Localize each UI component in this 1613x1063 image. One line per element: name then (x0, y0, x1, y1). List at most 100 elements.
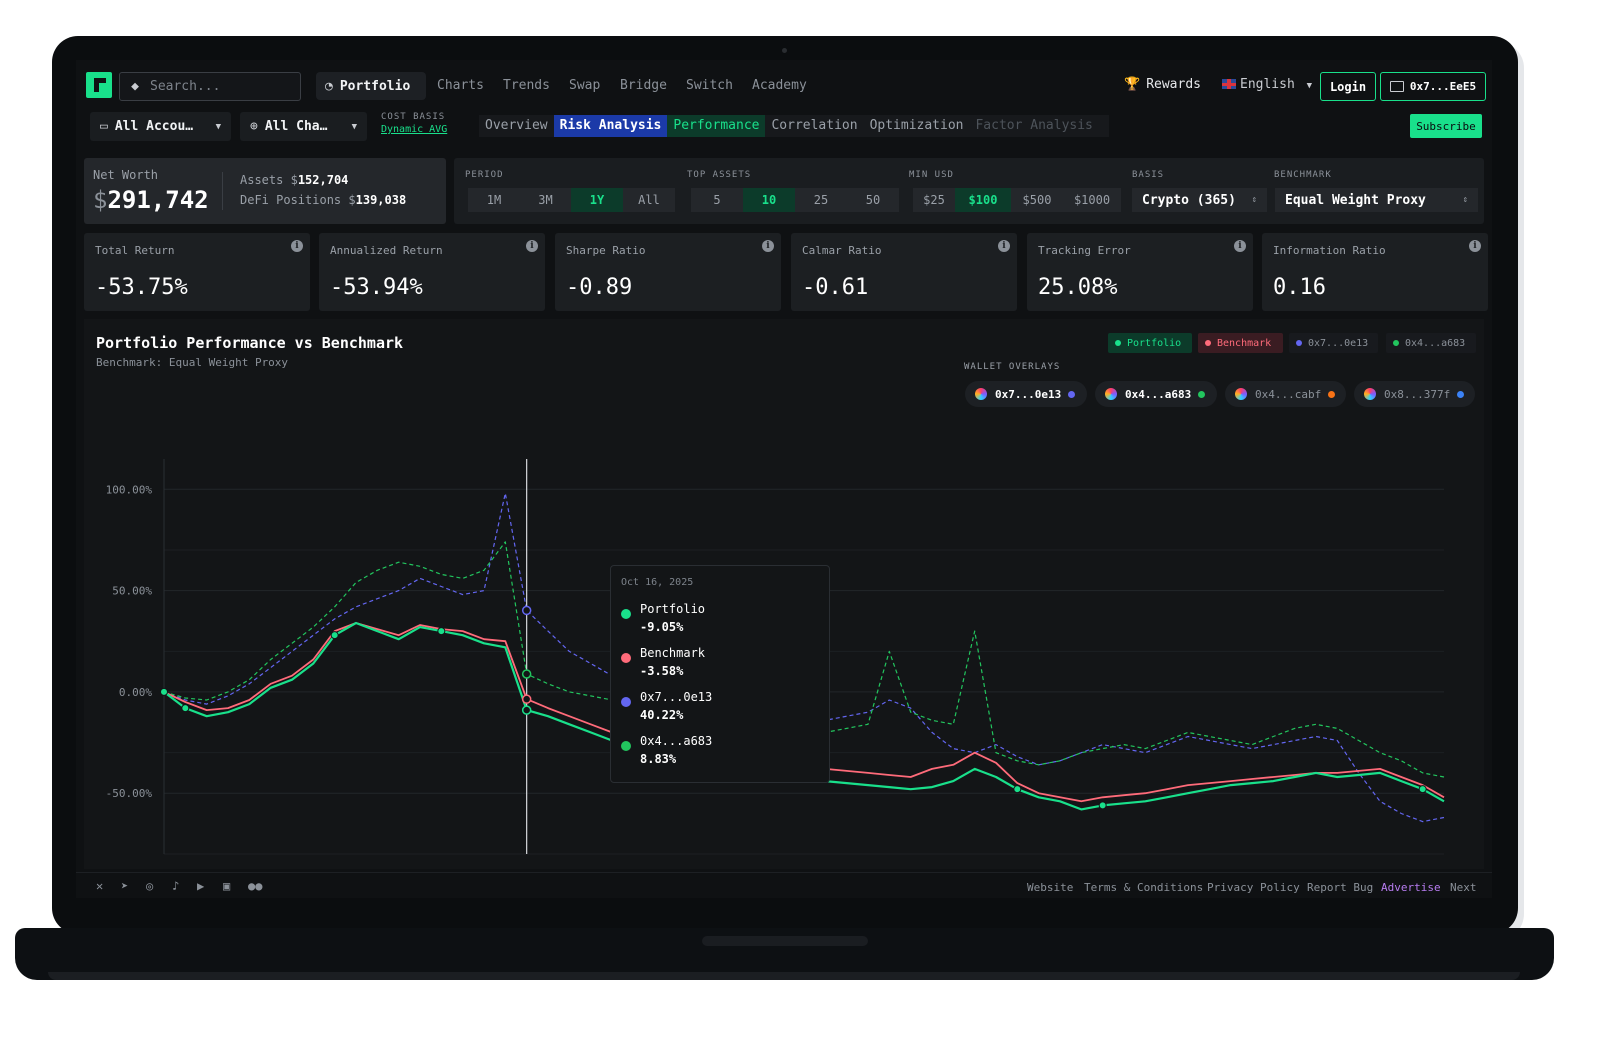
legend-benchmark[interactable]: Benchmark (1198, 333, 1283, 353)
search-input[interactable]: Search... (150, 79, 220, 94)
medium-icon[interactable]: ●● (248, 879, 262, 893)
overlay-dot (1068, 390, 1076, 398)
legend-label: Benchmark (1217, 337, 1272, 349)
x-twitter-icon[interactable]: ✕ (96, 879, 103, 893)
footer-report-bug[interactable]: Report Bug (1307, 881, 1373, 894)
tab-overview[interactable]: Overview (479, 115, 554, 137)
tab-risk-analysis[interactable]: Risk Analysis (553, 115, 668, 137)
nav-portfolio[interactable]: ◔ Portfolio (316, 72, 426, 100)
metric-value: -0.89 (566, 275, 633, 300)
nav-charts[interactable]: Charts (437, 78, 484, 93)
info-icon[interactable]: i (998, 240, 1010, 252)
nav-swap[interactable]: Swap (569, 78, 600, 93)
min-usd-1000[interactable]: $1000 (1063, 188, 1121, 212)
tooltip-name: 0x7...0e13 (640, 690, 713, 704)
period-1y[interactable]: 1Y (571, 188, 623, 212)
divider (222, 172, 223, 210)
info-icon[interactable]: i (1234, 240, 1246, 252)
chains-dropdown[interactable]: ⊕ All Cha… ▼ (240, 112, 367, 141)
youtube-icon[interactable]: ▶ (197, 879, 204, 893)
period-3m[interactable]: 3M (520, 188, 571, 212)
data-point (181, 704, 190, 713)
footer-terms[interactable]: Terms & Conditions (1084, 881, 1203, 894)
legend-label: 0x7...0e13 (1308, 337, 1369, 349)
defi-currency: $ (348, 193, 356, 207)
metric-label: Tracking Error (1038, 244, 1131, 257)
top-assets-10[interactable]: 10 (743, 188, 795, 212)
period-1m[interactable]: 1M (468, 188, 520, 212)
min-usd-100[interactable]: $100 (955, 188, 1011, 212)
benchmark-select[interactable]: Equal Weight Proxy ⇕ (1275, 188, 1478, 212)
defi-row: DeFi Positions $139,038 (240, 193, 406, 207)
assets-currency: $ (290, 173, 298, 187)
metric-label: Calmar Ratio (802, 244, 882, 257)
instagram-icon[interactable]: ◎ (146, 879, 153, 893)
logo[interactable] (86, 72, 112, 98)
accounts-dropdown[interactable]: ▭ All Accou… ▼ (90, 112, 231, 141)
period-all[interactable]: All (623, 188, 675, 212)
language-select[interactable]: English ▼ (1222, 77, 1312, 92)
period-label: PERIOD (465, 170, 504, 180)
rewards-link[interactable]: 🏆 Rewards (1124, 77, 1201, 92)
nav-bridge[interactable]: Bridge (620, 78, 667, 93)
basis-value: Crypto (365) (1142, 192, 1236, 208)
footer-advertise[interactable]: Advertise (1381, 881, 1441, 894)
tooltip-dot (621, 741, 631, 751)
info-icon[interactable]: i (291, 240, 303, 252)
top-assets-segmented: 5 10 25 50 (691, 188, 899, 212)
search-box[interactable]: ◆ Search... (119, 72, 301, 101)
nav-academy[interactable]: Academy (752, 78, 807, 93)
overlay-pill-cabf[interactable]: 0x4...cabf (1225, 381, 1346, 407)
cost-basis-link[interactable]: Dynamic AVG (381, 124, 447, 135)
min-usd-500[interactable]: $500 (1011, 188, 1063, 212)
trophy-icon: 🏆 (1124, 77, 1141, 92)
telegram-icon[interactable]: ➤ (121, 879, 128, 893)
login-button[interactable]: Login (1320, 72, 1376, 101)
metric-value: -53.75% (95, 275, 188, 300)
nav-switch[interactable]: Switch (686, 78, 733, 93)
tab-performance[interactable]: Performance (667, 115, 766, 137)
tiktok-icon[interactable]: ♪ (172, 879, 179, 893)
basis-label: BASIS (1132, 170, 1165, 180)
info-icon[interactable]: i (762, 240, 774, 252)
tab-optimization[interactable]: Optimization (864, 115, 970, 137)
wallet-button[interactable]: 0x7...EeE5 (1380, 72, 1486, 101)
data-point (1098, 801, 1107, 810)
footer: ✕ ➤ ◎ ♪ ▶ ▣ ●● Website Terms & Condition… (76, 872, 1492, 898)
metric-value: 0.16 (1273, 275, 1326, 300)
chevron-down-icon: ▼ (215, 121, 221, 132)
tab-correlation[interactable]: Correlation (765, 115, 863, 137)
overlay-pill-377f[interactable]: 0x8...377f (1354, 381, 1475, 407)
legend-portfolio[interactable]: Portfolio (1108, 333, 1192, 353)
info-icon[interactable]: i (526, 240, 538, 252)
nav-trends[interactable]: Trends (503, 78, 550, 93)
top-assets-5[interactable]: 5 (691, 188, 743, 212)
wallet-avatar-icon (1105, 388, 1117, 400)
globe-icon: ⊕ (250, 119, 258, 134)
top-assets-25[interactable]: 25 (795, 188, 847, 212)
min-usd-25[interactable]: $25 (913, 188, 955, 212)
y-tick-label: 50.00% (112, 585, 152, 598)
tooltip-value: 8.83% (640, 752, 677, 766)
subscribe-button[interactable]: Subscribe (1410, 114, 1482, 138)
footer-next[interactable]: Next (1450, 881, 1477, 894)
footer-website[interactable]: Website (1027, 881, 1073, 894)
top-nav: ◆ Search... ◔ Portfolio Charts Trends Sw… (76, 60, 1492, 112)
metric-card-annualized-return: Annualized Return -53.94% i (319, 233, 545, 311)
benchmark-value: Equal Weight Proxy (1285, 192, 1426, 208)
basis-select[interactable]: Crypto (365) ⇕ (1132, 188, 1267, 212)
legend-wallet-0e13[interactable]: 0x7...0e13 (1289, 333, 1378, 353)
top-assets-50[interactable]: 50 (847, 188, 899, 212)
linkedin-icon[interactable]: ▣ (223, 879, 230, 893)
metric-card-information-ratio: Information Ratio 0.16 i (1262, 233, 1488, 311)
filters-panel: PERIOD 1M 3M 1Y All TOP ASSETS 5 10 25 5… (454, 158, 1484, 224)
wallet-icon (1389, 81, 1404, 92)
overlay-pill-0e13[interactable]: 0x7...0e13 (965, 381, 1087, 407)
overlay-pill-a683[interactable]: 0x4...a683 (1095, 381, 1217, 407)
footer-privacy[interactable]: Privacy Policy (1207, 881, 1300, 894)
tooltip-value: -9.05% (640, 620, 684, 634)
info-icon[interactable]: i (1469, 240, 1481, 252)
legend-wallet-a683[interactable]: 0x4...a683 (1386, 333, 1476, 353)
tab-factor-analysis[interactable]: Factor Analysis (969, 115, 1098, 137)
net-worth-currency: $ (93, 186, 108, 214)
